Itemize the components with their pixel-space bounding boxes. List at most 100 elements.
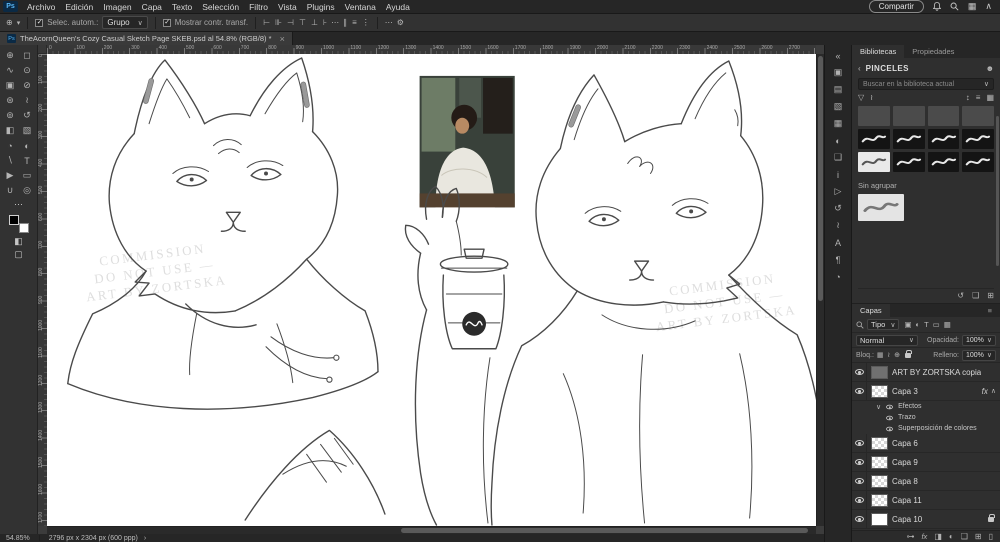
crop-tool[interactable]: ▣: [2, 78, 19, 93]
chevron-up-icon[interactable]: ∧: [991, 387, 996, 395]
tab-propiedades[interactable]: Propiedades: [904, 45, 962, 58]
type-tool[interactable]: T: [19, 153, 36, 168]
new-layer-icon[interactable]: ⊞: [975, 532, 982, 541]
blend-mode-dropdown[interactable]: Normal ∨: [856, 334, 918, 346]
layer-effects-icon[interactable]: fx: [921, 532, 927, 541]
delete-layer-icon[interactable]: ▯: [989, 532, 993, 541]
swatches-panel-icon[interactable]: ▤: [825, 81, 851, 98]
workspace-switcher-icon[interactable]: ▦: [968, 1, 977, 12]
layers-filter-dropdown[interactable]: Tipo ∨: [867, 319, 900, 330]
layer-visibility-toggle[interactable]: [852, 453, 867, 471]
history-brush-tool[interactable]: ↺: [19, 108, 36, 123]
new-group-icon[interactable]: ❑: [961, 532, 968, 541]
layer-visibility-toggle[interactable]: [852, 382, 867, 400]
quick-mask-icon[interactable]: ◧: [0, 235, 37, 248]
object-selection-tool[interactable]: ⊙: [19, 63, 36, 78]
notifications-bell-icon[interactable]: [932, 2, 941, 11]
link-layers-icon[interactable]: ⊶: [906, 532, 914, 541]
align-bottom-icon[interactable]: ⊦: [323, 18, 327, 27]
new-group-icon[interactable]: ❑: [972, 291, 979, 300]
tab-bibliotecas[interactable]: Bibliotecas: [852, 45, 905, 58]
tool-preset-chevron-icon[interactable]: ▾: [17, 19, 21, 27]
align-center-h-icon[interactable]: ⊪: [275, 18, 282, 27]
hand-tool[interactable]: ∪: [2, 183, 19, 198]
distribute-horizontal-icon[interactable]: ∥: [343, 18, 347, 27]
menu-seleccion[interactable]: Selección: [197, 2, 244, 12]
brush-thumbnail[interactable]: [962, 152, 994, 172]
lasso-tool[interactable]: ∿: [2, 63, 19, 78]
filter-smart-objects-icon[interactable]: ▦: [944, 320, 951, 329]
filter-shape-layers-icon[interactable]: ▭: [933, 320, 940, 329]
brush-thumbnail[interactable]: [927, 152, 960, 172]
canvas[interactable]: COMMISSION DO NOT USE — ART BY ZORTSKA C…: [47, 54, 816, 526]
photoshop-logo-icon[interactable]: Ps: [3, 1, 18, 12]
zoom-level[interactable]: 54.85%: [6, 535, 30, 542]
filter-adjustment-layers-icon[interactable]: ◐: [916, 320, 921, 329]
layer-thumbnail[interactable]: [871, 512, 888, 526]
chevron-down-icon[interactable]: ∨: [876, 403, 881, 411]
horizontal-scrollbar[interactable]: [47, 526, 816, 534]
library-sync-icon[interactable]: ↺: [957, 291, 964, 300]
blur-tool[interactable]: ◔: [2, 138, 19, 153]
menu-edicion[interactable]: Edición: [60, 2, 98, 12]
horizontal-scrollbar-thumb[interactable]: [400, 528, 809, 533]
menu-texto[interactable]: Texto: [167, 2, 197, 12]
brush-thumbnail[interactable]: [892, 152, 925, 172]
layer-row[interactable]: Capa 6: [852, 434, 1000, 453]
pen-tool[interactable]: ∖: [2, 153, 19, 168]
vertical-scrollbar[interactable]: [816, 54, 824, 526]
layer-visibility-toggle[interactable]: [852, 491, 867, 509]
brush-filter-icon[interactable]: ≀: [870, 93, 873, 102]
brushes-panel-icon[interactable]: ≀: [825, 217, 851, 234]
layer-effect-row[interactable]: Superposición de colores: [852, 423, 1000, 434]
clone-stamp-tool[interactable]: ⊚: [2, 108, 19, 123]
auto-select-checkbox[interactable]: [35, 18, 44, 27]
add-to-library-icon[interactable]: ⊞: [987, 291, 994, 300]
lock-pixels-icon[interactable]: ≀: [888, 351, 891, 359]
eye-icon[interactable]: [886, 415, 893, 420]
layer-row[interactable]: Capa 3 fx ∧: [852, 382, 1000, 401]
auto-select-dropdown[interactable]: Grupo ∨: [102, 16, 148, 29]
brush-thumbnail[interactable]: [858, 106, 890, 126]
vertical-ruler[interactable]: 0 100 200 300 400 500 600 700 800 900 1000 1100 1200…: [38, 54, 47, 526]
layer-visibility-toggle[interactable]: [852, 363, 867, 381]
horizontal-ruler[interactable]: 0 100 200 300 400 500 600 700 800 900 1000 1100 1200…: [47, 45, 816, 54]
brush-thumbnail[interactable]: [892, 106, 925, 126]
menu-filtro[interactable]: Filtro: [244, 2, 273, 12]
dodge-tool[interactable]: ◐: [19, 138, 36, 153]
background-color-swatch[interactable]: [18, 223, 29, 233]
add-mask-icon[interactable]: ◨: [934, 532, 942, 541]
show-transform-checkbox[interactable]: [162, 18, 171, 27]
layer-visibility-toggle[interactable]: [852, 510, 867, 528]
layer-visibility-toggle[interactable]: [852, 434, 867, 452]
gradients-panel-icon[interactable]: ▧: [825, 98, 851, 115]
list-view-icon[interactable]: ≡: [976, 93, 981, 102]
zoom-tool[interactable]: ◎: [19, 183, 36, 198]
menu-vista[interactable]: Vista: [273, 2, 302, 12]
healing-brush-tool[interactable]: ⊛: [2, 93, 19, 108]
eyedropper-tool[interactable]: ⊘: [19, 78, 36, 93]
timeline-panel-icon[interactable]: ◔: [825, 268, 851, 285]
lock-position-icon[interactable]: ⊕: [894, 351, 900, 359]
workspace-settings-gear-icon[interactable]: ⚙: [397, 18, 404, 27]
character-panel-icon[interactable]: A: [825, 234, 851, 251]
layer-row[interactable]: Capa 9: [852, 453, 1000, 472]
fill-value-box[interactable]: 100% ∨: [961, 349, 996, 361]
vertical-scrollbar-thumb[interactable]: [818, 56, 823, 302]
layer-row[interactable]: Capa 10: [852, 510, 1000, 529]
eye-icon[interactable]: [886, 426, 893, 431]
paragraph-panel-icon[interactable]: ¶: [825, 251, 851, 268]
options-more-icon[interactable]: ⋯: [385, 18, 393, 27]
layer-thumbnail[interactable]: [871, 493, 888, 507]
opacity-value-box[interactable]: 100% ∨: [961, 334, 996, 346]
back-chevron-icon[interactable]: ‹: [858, 64, 861, 73]
sort-icon[interactable]: ↕: [966, 93, 970, 102]
layer-row[interactable]: Capa 8: [852, 472, 1000, 491]
menu-imagen[interactable]: Imagen: [98, 2, 136, 12]
layer-effect-row[interactable]: ∨ Efectos: [852, 401, 1000, 412]
layer-thumbnail[interactable]: [871, 384, 888, 398]
brush-thumbnail[interactable]: [927, 106, 960, 126]
color-panel-icon[interactable]: ▣: [825, 64, 851, 81]
menu-archivo[interactable]: Archivo: [22, 2, 60, 12]
comments-panel-icon[interactable]: ▷: [825, 183, 851, 200]
